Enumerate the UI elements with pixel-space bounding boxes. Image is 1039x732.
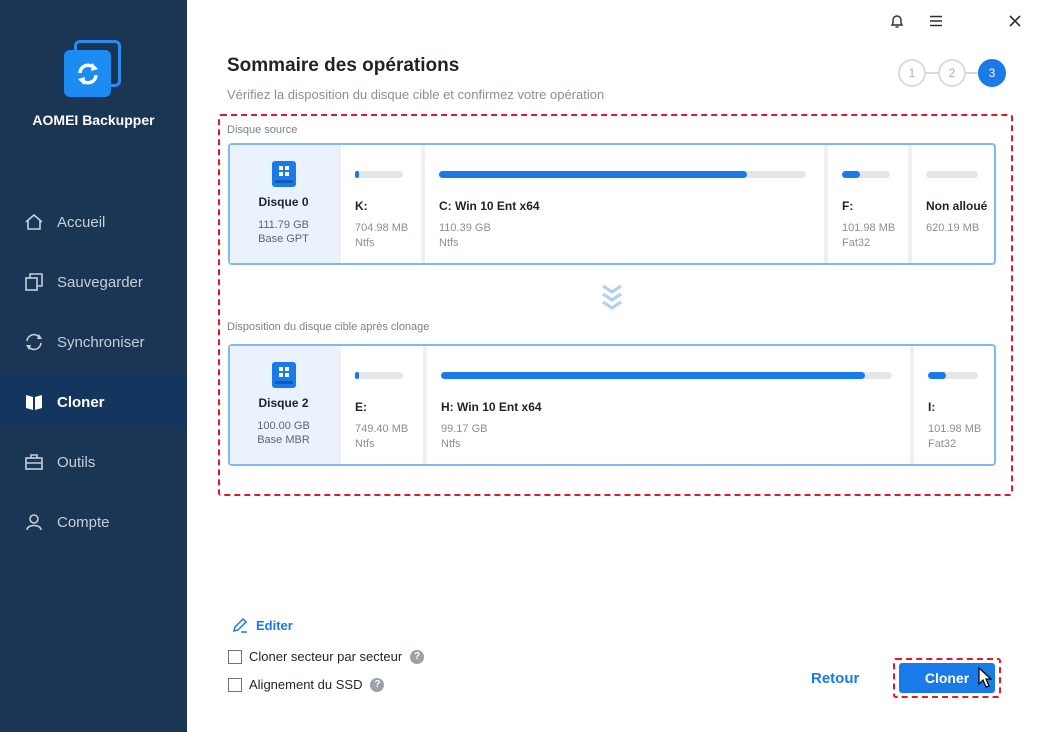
partition-fs: Fat32: [842, 237, 871, 249]
partition-size: 101.98 MB: [928, 423, 982, 435]
partition-f[interactable]: F: 101.98 MB Fat32: [824, 145, 908, 263]
account-icon: [23, 511, 45, 533]
sidebar-item-label: Compte: [57, 513, 110, 531]
partition-size: 101.98 MB: [842, 222, 896, 234]
menu-icon[interactable]: [925, 10, 947, 32]
partition-usage-bar: [926, 171, 978, 178]
sector-by-sector-checkbox[interactable]: [228, 649, 242, 664]
sidebar-item-sauvegarder[interactable]: Sauvegarder: [0, 256, 187, 308]
sidebar-item-outils[interactable]: Outils: [0, 436, 187, 488]
disk-size: 100.00 GB: [257, 420, 310, 432]
disk-name: Disque 0: [258, 195, 309, 209]
app-name: AOMEI Backupper: [32, 112, 155, 128]
ssd-alignment-option: Alignement du SSD ?: [228, 677, 385, 692]
sidebar-item-label: Synchroniser: [57, 333, 145, 351]
partition-usage-bar: [355, 372, 403, 379]
close-icon[interactable]: [1004, 10, 1026, 32]
partition-fs: Ntfs: [355, 438, 375, 450]
ssd-alignment-label: Alignement du SSD: [249, 677, 363, 692]
sidebar-item-label: Outils: [57, 453, 96, 471]
partition-usage-bar: [355, 171, 403, 178]
partition-e[interactable]: E: 749.40 MB Ntfs: [337, 346, 423, 464]
partition-name: I:: [928, 400, 936, 414]
sidebar-item-label: Accueil: [57, 213, 106, 231]
home-icon: [23, 211, 45, 233]
back-button[interactable]: Retour: [811, 670, 859, 687]
page-title: Sommaire des opérations: [227, 55, 460, 76]
partition-size: 620.19 MB: [926, 222, 980, 234]
sync-icon: [23, 331, 45, 353]
partition-name: Non alloué: [926, 199, 988, 213]
step-1: 1: [898, 59, 926, 87]
double-chevron-down-icon: [600, 283, 624, 313]
source-disk-label: Disque source: [227, 124, 298, 136]
pencil-icon: [232, 617, 248, 633]
edit-label: Editer: [256, 617, 293, 633]
partition-name: C: Win 10 Ent x64: [439, 199, 540, 213]
app-logo: [64, 40, 122, 98]
partition-h[interactable]: H: Win 10 Ent x64 99.17 GB Ntfs: [423, 346, 910, 464]
sidebar-item-accueil[interactable]: Accueil: [0, 196, 187, 248]
clone-icon: [23, 391, 45, 413]
sidebar: AOMEI Backupper Accueil Sauvegarder Sync…: [0, 0, 187, 732]
disk-icon: [271, 161, 296, 187]
help-icon[interactable]: ?: [370, 677, 385, 692]
partition-fs: Ntfs: [439, 237, 459, 249]
sector-by-sector-option: Cloner secteur par secteur ?: [228, 649, 425, 664]
page-subtitle: Vérifiez la disposition du disque cible …: [227, 87, 605, 102]
sidebar-item-cloner[interactable]: Cloner: [0, 376, 187, 428]
partition-i[interactable]: I: 101.98 MB Fat32: [910, 346, 994, 464]
source-disk-row[interactable]: Disque 0 111.79 GB Base GPT K: 704.98 MB…: [228, 143, 996, 265]
partition-unallocated[interactable]: Non alloué 620.19 MB: [908, 145, 994, 263]
ssd-alignment-checkbox[interactable]: [228, 677, 242, 692]
disk-type: Base GPT: [258, 233, 309, 245]
partition-name: F:: [842, 199, 854, 213]
partition-usage-bar: [439, 171, 806, 178]
partition-fs: Ntfs: [355, 237, 375, 249]
sidebar-item-synchroniser[interactable]: Synchroniser: [0, 316, 187, 368]
partition-name: H: Win 10 Ent x64: [441, 400, 542, 414]
sector-by-sector-label: Cloner secteur par secteur: [249, 649, 403, 664]
sidebar-item-label: Cloner: [57, 393, 105, 411]
disk-type: Base MBR: [257, 434, 310, 446]
partition-usage-bar: [928, 372, 978, 379]
partition-name: E:: [355, 400, 367, 414]
tools-icon: [23, 451, 45, 473]
partition-name: K:: [355, 199, 368, 213]
disk-icon: [271, 362, 296, 388]
partition-fs: Ntfs: [441, 438, 461, 450]
sync-arrows-icon: [77, 62, 98, 85]
backup-icon: [23, 271, 45, 293]
mouse-cursor-icon: [978, 666, 993, 694]
partition-size: 704.98 MB: [355, 222, 409, 234]
disk-name: Disque 2: [258, 396, 309, 410]
step-3: 3: [978, 59, 1006, 87]
partition-size: 749.40 MB: [355, 423, 409, 435]
partition-usage-bar: [441, 372, 892, 379]
partition-c[interactable]: C: Win 10 Ent x64 110.39 GB Ntfs: [421, 145, 824, 263]
partition-fs: Fat32: [928, 438, 957, 450]
partition-size: 99.17 GB: [441, 423, 488, 435]
partition-k[interactable]: K: 704.98 MB Ntfs: [337, 145, 421, 263]
target-disk-label: Disposition du disque cible après clonag…: [227, 321, 430, 333]
step-2: 2: [938, 59, 966, 87]
help-icon[interactable]: ?: [410, 649, 425, 664]
notification-bell-icon[interactable]: [886, 10, 908, 32]
partition-size: 110.39 GB: [439, 222, 491, 234]
step-indicator: 1 2 3: [898, 59, 1010, 87]
sidebar-item-label: Sauvegarder: [57, 273, 143, 291]
target-disk-row[interactable]: Disque 2 100.00 GB Base MBR E: 749.40 MB…: [228, 344, 996, 466]
edit-link[interactable]: Editer: [232, 617, 293, 633]
target-disk-info: Disque 2 100.00 GB Base MBR: [230, 346, 337, 464]
partition-usage-bar: [842, 171, 890, 178]
disk-size: 111.79 GB: [258, 219, 309, 231]
sidebar-item-compte[interactable]: Compte: [0, 496, 187, 548]
source-disk-info: Disque 0 111.79 GB Base GPT: [230, 145, 337, 263]
